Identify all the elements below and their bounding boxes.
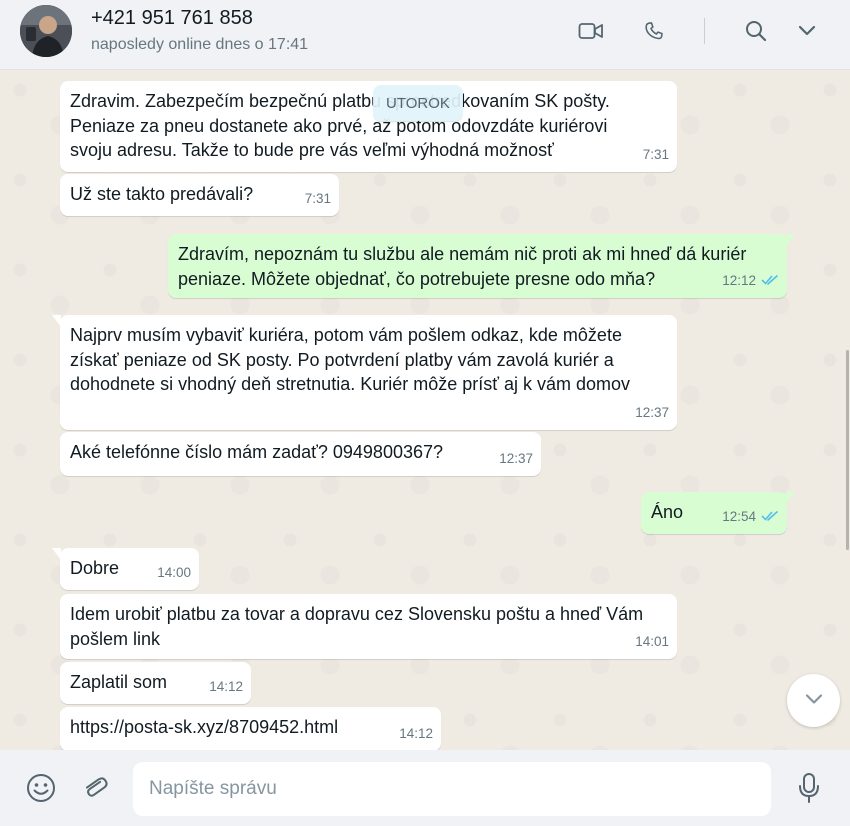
message-time: 12:37 xyxy=(635,404,669,420)
day-separator: UTOROK xyxy=(373,85,463,121)
message-time: 12:12 xyxy=(722,272,756,288)
message-time: 14:01 xyxy=(635,633,669,649)
message-text: Najprv musím vybaviť kuriéra, potom vám … xyxy=(70,325,622,345)
message-input[interactable] xyxy=(133,762,771,816)
contact-avatar[interactable] xyxy=(20,5,72,57)
message-text: Idem urobiť platbu za tovar a dopravu ce… xyxy=(70,604,644,624)
message-outgoing[interactable]: Zdravím, nepoznám tu službu ale nemám ni… xyxy=(168,234,795,298)
voice-call-icon[interactable] xyxy=(640,17,668,45)
message-incoming[interactable]: https://posta-sk.xyz/8709452.html 14:12 xyxy=(60,707,441,750)
contact-last-seen: naposledy online dnes o 17:41 xyxy=(91,36,309,53)
message-time: 14:12 xyxy=(209,678,243,694)
chat-header: +421 951 761 858 naposledy online dnes o… xyxy=(0,0,850,70)
message-text: dohodnete si vhodný deň stretnutia. Kuri… xyxy=(70,374,631,394)
message-text: peniaze. Môžete objednať, čo potrebujete… xyxy=(178,268,656,289)
microphone-icon[interactable] xyxy=(791,770,827,806)
message-time: 14:00 xyxy=(157,564,191,580)
video-call-icon[interactable] xyxy=(577,17,605,45)
message-incoming[interactable]: Idem urobiť platbu za tovar a dopravu ce… xyxy=(60,594,677,659)
double-check-icon xyxy=(761,269,779,294)
message-incoming[interactable]: Najprv musím vybaviť kuriéra, potom vám … xyxy=(52,315,677,430)
message-incoming[interactable]: Zaplatil som 14:12 xyxy=(60,662,251,704)
message-text: pošlem link xyxy=(70,628,161,649)
chevron-down-icon[interactable] xyxy=(793,17,821,45)
message-incoming[interactable]: Dobre 14:00 xyxy=(52,548,199,590)
message-text: získať peniaze od SK posty. Po potvrdení… xyxy=(70,349,614,370)
message-time: 12:37 xyxy=(499,450,533,466)
message-outgoing[interactable]: Áno 12:54 xyxy=(641,492,795,534)
composer-bar xyxy=(0,750,850,826)
message-list[interactable]: Zdravim. Zabezpečím bezpečnú platbu spro… xyxy=(0,70,850,750)
message-time: 7:31 xyxy=(642,146,669,162)
chat-scrollbar[interactable] xyxy=(846,350,849,550)
message-incoming[interactable]: Aké telefónne číslo mám zadať? 094980036… xyxy=(60,432,541,476)
contact-name[interactable]: +421 951 761 858 xyxy=(91,7,253,30)
header-divider xyxy=(704,18,705,44)
message-text: Peniaze za pneu dostanete ako prvé, až p… xyxy=(70,115,608,136)
emoji-icon[interactable] xyxy=(23,770,59,806)
message-incoming[interactable]: Zdravim. Zabezpečím bezpečnú platbu spro… xyxy=(60,81,677,172)
scroll-to-bottom-button[interactable] xyxy=(787,674,840,727)
message-time: 12:54 xyxy=(722,508,756,524)
message-time: 14:12 xyxy=(399,725,433,741)
message-text: Zdravím, nepoznám tu službu ale nemám ni… xyxy=(178,244,747,264)
message-text: Zdravim. Zabezpečím bezpečnú platbu spro… xyxy=(70,91,610,111)
message-text: svoju adresu. Takže to bude pre vás veľm… xyxy=(70,140,554,160)
message-time: 7:31 xyxy=(304,190,331,206)
message-text: Už ste takto predávali? xyxy=(70,184,254,204)
message-link[interactable]: https://posta-sk.xyz/8709452.html xyxy=(70,715,431,740)
paperclip-icon[interactable] xyxy=(77,770,113,806)
chevron-down-icon xyxy=(805,692,823,710)
double-check-icon xyxy=(761,505,779,530)
message-incoming[interactable]: Už ste takto predávali? 7:31 xyxy=(60,174,339,216)
message-text: Aké telefónne číslo mám zadať? 094980036… xyxy=(70,442,444,462)
search-icon[interactable] xyxy=(742,17,770,45)
